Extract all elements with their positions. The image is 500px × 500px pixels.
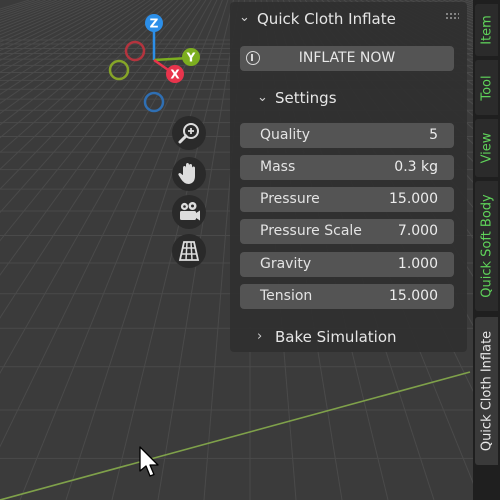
svg-text:Z: Z [150, 17, 159, 31]
field-value: 7.000 [397, 223, 438, 239]
zoom-icon [178, 123, 199, 144]
camera-icon [180, 202, 200, 221]
tab-quick-cloth-inflate[interactable]: Quick Cloth Inflate [475, 317, 498, 465]
bake-simulation-label: Bake Simulation [275, 328, 397, 346]
svg-text:X: X [170, 68, 180, 82]
tab-label: View [479, 132, 494, 164]
gizmo-negative-z [143, 91, 165, 113]
gizmo-negative-y [108, 59, 130, 81]
grid-icon [178, 241, 200, 261]
hand-icon [178, 163, 195, 184]
tab-view[interactable]: View [475, 119, 498, 177]
bake-simulation-subpanel-header[interactable]: › Bake Simulation [230, 325, 467, 353]
pressure-scale-field[interactable]: Pressure Scale 7.000 [240, 219, 454, 244]
field-value: 0.3 kg [394, 159, 438, 175]
quick-cloth-inflate-panel: ⌄ Quick Cloth Inflate INFLATE NOW ⌄ Sett… [230, 2, 467, 352]
tab-label: Item [479, 15, 494, 45]
quality-field[interactable]: Quality 5 [240, 123, 454, 148]
field-value: 15.000 [389, 191, 438, 207]
gizmo-negative-x [124, 40, 146, 62]
chevron-right-icon: › [257, 329, 263, 344]
field-value: 5 [429, 127, 438, 143]
pan-button[interactable] [172, 157, 206, 191]
field-value: 15.000 [389, 288, 438, 304]
chevron-down-icon: ⌄ [239, 10, 250, 25]
projection-toggle-button[interactable] [172, 234, 206, 268]
tab-quick-soft-body[interactable]: Quick Soft Body [475, 181, 498, 311]
field-label: Tension [260, 288, 313, 304]
gravity-field[interactable]: Gravity 1.000 [240, 252, 454, 277]
svg-text:Y: Y [186, 51, 196, 65]
tension-field[interactable]: Tension 15.000 [240, 284, 454, 309]
tab-label: Tool [479, 74, 494, 101]
settings-subpanel-header[interactable]: ⌄ Settings [230, 86, 467, 114]
chevron-down-icon: ⌄ [257, 90, 268, 105]
field-label: Mass [260, 159, 296, 175]
panel-header[interactable]: ⌄ Quick Cloth Inflate [230, 2, 467, 36]
mouse-cursor-icon [139, 446, 159, 477]
sidebar-tabs: Item Tool View Quick Soft Body Quick Clo… [473, 0, 500, 500]
field-label: Pressure [260, 191, 320, 207]
field-label: Pressure Scale [260, 223, 362, 239]
tab-item[interactable]: Item [475, 4, 498, 56]
camera-view-button[interactable] [172, 195, 206, 229]
field-label: Quality [260, 127, 311, 143]
tab-label: Quick Cloth Inflate [479, 330, 494, 452]
field-label: Gravity [260, 256, 312, 272]
navigation-gizmo[interactable]: Z Y X [100, 8, 210, 118]
pressure-field[interactable]: Pressure 15.000 [240, 187, 454, 212]
zoom-button[interactable] [172, 116, 206, 150]
mass-field[interactable]: Mass 0.3 kg [240, 155, 454, 180]
panel-title: Quick Cloth Inflate [257, 10, 396, 28]
settings-label: Settings [275, 89, 337, 107]
tab-label: Quick Soft Body [479, 194, 494, 298]
field-value: 1.000 [397, 256, 438, 272]
3d-viewport[interactable]: Z Y X ⌄ Quick Cloth Inflate INFLATE NOW … [0, 0, 500, 500]
tab-tool[interactable]: Tool [475, 60, 498, 115]
drag-handle-icon[interactable] [445, 12, 459, 20]
inflate-now-label: INFLATE NOW [298, 50, 396, 66]
inflate-now-button[interactable]: INFLATE NOW [240, 46, 454, 71]
